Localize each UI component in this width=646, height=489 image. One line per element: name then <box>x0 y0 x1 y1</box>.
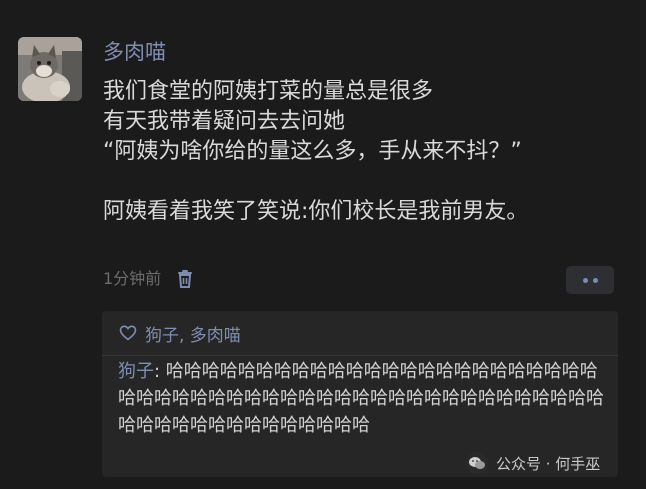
comment-text: 哈哈哈哈哈哈哈哈哈哈哈哈哈哈哈哈哈哈哈哈哈哈哈哈哈哈哈哈哈哈哈哈哈哈哈哈哈哈哈哈… <box>118 361 604 436</box>
comment-separator: : <box>154 361 166 382</box>
post-meta: 1分钟前 <box>103 266 195 292</box>
post-line: 我们食堂的阿姨打菜的量总是很多 <box>103 79 434 104</box>
post-line: “阿姨为啥你给的量这么多，手从来不抖？” <box>103 139 522 164</box>
post-line: 有天我带着疑问去去问她 <box>103 109 346 134</box>
post-line: 阿姨看着我笑了笑说:你们校长是我前男友。 <box>103 199 529 224</box>
post-author-name[interactable]: 多肉喵 <box>103 37 166 67</box>
avatar[interactable] <box>18 37 82 101</box>
wechat-logo-icon <box>466 452 488 474</box>
watermark-text: 公众号 · 何手巫 <box>496 454 601 473</box>
comment-item[interactable]: 狗子: 哈哈哈哈哈哈哈哈哈哈哈哈哈哈哈哈哈哈哈哈哈哈哈哈哈哈哈哈哈哈哈哈哈哈哈哈… <box>118 358 606 439</box>
comment-author[interactable]: 狗子 <box>118 361 154 382</box>
likes-divider <box>102 355 618 356</box>
likes-row: 狗子, 多肉喵 <box>119 320 241 346</box>
post-timestamp: 1分钟前 <box>103 269 162 288</box>
heart-icon <box>119 325 137 341</box>
liker-names[interactable]: 狗子, 多肉喵 <box>145 321 241 346</box>
more-dots-icon <box>582 277 588 283</box>
moments-post-screen: 多肉喵 我们食堂的阿姨打菜的量总是很多 有天我带着疑问去去问她 “阿姨为啥你给的… <box>0 0 646 489</box>
watermark: 公众号 · 何手巫 <box>466 450 600 476</box>
more-dots-icon <box>592 277 598 283</box>
cat-photo-icon <box>18 37 82 101</box>
more-options-button[interactable] <box>566 266 614 294</box>
trash-icon[interactable] <box>175 268 195 290</box>
post-body: 我们食堂的阿姨打菜的量总是很多 有天我带着疑问去去问她 “阿姨为啥你给的量这么多… <box>103 77 528 227</box>
